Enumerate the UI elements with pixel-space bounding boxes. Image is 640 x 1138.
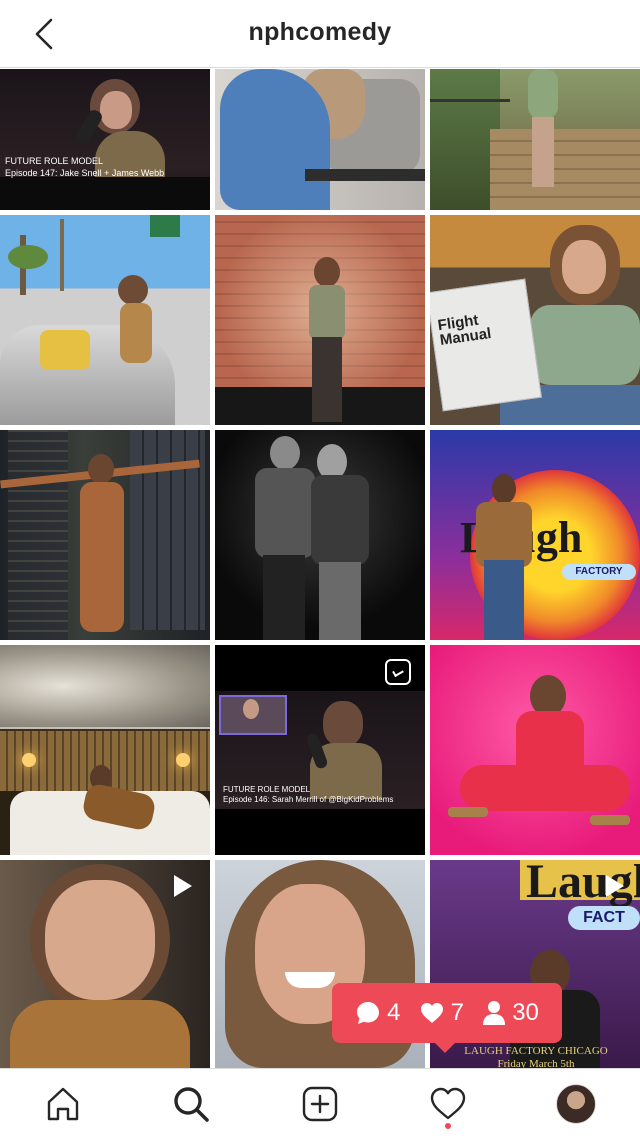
video-play-icon: [168, 872, 196, 900]
post-tile[interactable]: [215, 215, 425, 425]
activity-notification-dot: [445, 1123, 451, 1129]
comment-icon: [357, 1002, 380, 1024]
tab-search[interactable]: [169, 1082, 213, 1126]
post-caption-line1: FUTURE ROLE MODEL: [223, 785, 311, 794]
post-tile[interactable]: FUTURE ROLE MODEL Episode 147: Jake Snel…: [0, 69, 210, 210]
post-caption-line1: FUTURE ROLE MODEL: [5, 156, 104, 166]
post-tile[interactable]: [0, 860, 210, 1068]
profile-username-title: nphcomedy: [248, 18, 392, 46]
activity-notification-bubble[interactable]: 4 7 30: [332, 983, 562, 1043]
person-icon: [483, 1001, 506, 1025]
tab-home[interactable]: [41, 1082, 85, 1126]
igtv-icon: [385, 659, 411, 685]
laugh-factory-sign-subtext: FACTORY: [575, 566, 623, 577]
laugh-factory-sign-subtext: FACT: [583, 909, 625, 926]
likes-count: 7: [419, 999, 464, 1027]
tab-activity[interactable]: [426, 1082, 470, 1126]
post-tile[interactable]: [0, 645, 210, 855]
post-tile[interactable]: [430, 69, 640, 210]
top-header: nphcomedy: [0, 0, 640, 68]
new-post-icon: [302, 1086, 338, 1122]
post-tile[interactable]: [215, 69, 425, 210]
likes-count-value: 7: [450, 999, 464, 1026]
heart-icon: [420, 1003, 443, 1023]
video-play-icon: [600, 872, 628, 900]
followers-count: 30: [482, 999, 539, 1027]
image-caption-line1: LAUGH FACTORY CHICAGO: [464, 1045, 608, 1057]
post-tile[interactable]: [0, 430, 210, 640]
post-tile[interactable]: [215, 430, 425, 640]
post-caption-line2: Episode 146: Sarah Merrill of @BigKidPro…: [223, 795, 394, 804]
post-tile[interactable]: FUTURE ROLE MODEL Episode 146: Sarah Mer…: [215, 645, 425, 855]
comments-count-value: 4: [387, 999, 401, 1026]
notification-pointer: [433, 1041, 457, 1053]
activity-heart-icon: [430, 1087, 466, 1120]
comments-count: 4: [355, 999, 400, 1027]
home-icon: [47, 1087, 79, 1121]
post-tile[interactable]: Laugh FACTORY: [430, 430, 640, 640]
profile-avatar[interactable]: [556, 1084, 596, 1124]
post-tile[interactable]: [0, 215, 210, 425]
search-icon: [174, 1087, 209, 1122]
post-tile[interactable]: Flight Manual: [430, 215, 640, 425]
post-tile[interactable]: [430, 645, 640, 855]
tab-new-post[interactable]: [298, 1082, 342, 1126]
followers-count-value: 30: [512, 999, 539, 1026]
post-caption-line2: Episode 147: Jake Snell + James Webb: [5, 168, 165, 178]
